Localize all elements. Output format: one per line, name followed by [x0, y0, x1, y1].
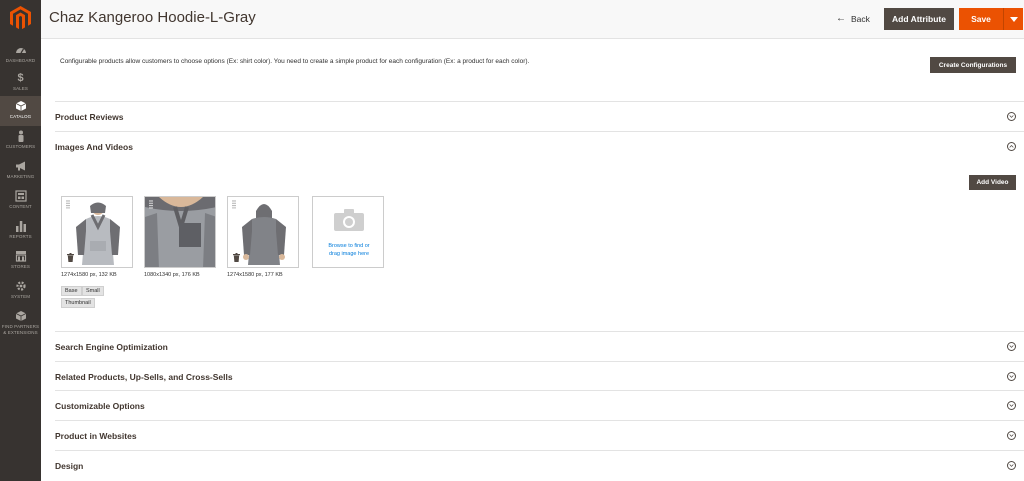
section-related-products[interactable]: Related Products, Up-Sells, and Cross-Se…	[55, 361, 1024, 391]
chevron-up-icon	[1007, 142, 1016, 151]
person-icon	[14, 130, 28, 142]
sidebar-item-sales[interactable]: $ SALES	[0, 68, 41, 98]
back-button-label: Back	[851, 13, 870, 24]
arrow-left-icon: ←	[836, 13, 846, 24]
cube-icon	[14, 100, 28, 112]
section-title: Images And Videos	[55, 142, 133, 152]
box-icon	[14, 310, 28, 322]
product-image-card[interactable]	[144, 196, 216, 268]
add-attribute-button[interactable]: Add Attribute	[884, 8, 954, 30]
section-product-reviews[interactable]: Product Reviews	[55, 101, 1024, 131]
section-title: Design	[55, 461, 84, 471]
upload-instructions[interactable]: Browse to find or drag image here	[313, 242, 385, 258]
sidebar-item-catalog[interactable]: CATALOG	[0, 96, 41, 126]
image-meta: 1274x1580 px, 177 KB	[227, 272, 283, 278]
hoodie-detail-image	[145, 197, 215, 267]
section-search-engine-optimization[interactable]: Search Engine Optimization	[55, 331, 1024, 361]
megaphone-icon	[14, 160, 28, 172]
admin-sidebar: DASHBOARD $ SALES CATALOG CUSTOMERS MARK…	[0, 0, 41, 481]
sidebar-item-marketing[interactable]: MARKETING	[0, 156, 41, 186]
drag-handle-icon[interactable]	[149, 200, 153, 209]
image-role-base: Base	[61, 286, 82, 296]
configurable-note: Configurable products allow customers to…	[60, 58, 530, 65]
magento-logo-icon[interactable]	[10, 6, 31, 30]
save-button[interactable]: Save	[959, 8, 1003, 30]
chevron-down-icon	[1007, 342, 1016, 351]
section-title: Product Reviews	[55, 112, 124, 122]
dashboard-icon	[14, 44, 28, 56]
image-role-small: Small	[82, 286, 104, 296]
bar-chart-icon	[14, 220, 28, 232]
sidebar-item-dashboard[interactable]: DASHBOARD	[0, 40, 41, 70]
image-upload-dropzone[interactable]: Browse to find or drag image here	[312, 196, 384, 268]
section-product-in-websites[interactable]: Product in Websites	[55, 420, 1024, 450]
trash-icon[interactable]	[67, 253, 74, 262]
sidebar-item-customers[interactable]: CUSTOMERS	[0, 126, 41, 156]
section-customizable-options[interactable]: Customizable Options	[55, 390, 1024, 420]
caret-down-icon	[1009, 16, 1018, 22]
image-role-thumbnail: Thumbnail	[61, 298, 95, 308]
create-configurations-button[interactable]: Create Configurations	[930, 57, 1016, 73]
save-options-toggle[interactable]	[1003, 8, 1023, 30]
back-button[interactable]: ← Back	[836, 13, 870, 24]
layout-icon	[14, 190, 28, 202]
sidebar-item-system[interactable]: SYSTEM	[0, 276, 41, 306]
chevron-down-icon	[1007, 112, 1016, 121]
image-meta: 1080x1340 px, 176 KB	[144, 272, 200, 278]
drag-handle-icon[interactable]	[232, 200, 236, 209]
page-header: Chaz Kangeroo Hoodie-L-Gray ← Back Add A…	[41, 0, 1024, 39]
sidebar-item-reports[interactable]: REPORTS	[0, 216, 41, 246]
save-split-button: Save	[959, 8, 1023, 30]
section-images-and-videos[interactable]: Images And Videos	[55, 131, 1024, 161]
section-title: Product in Websites	[55, 431, 137, 441]
product-image-card[interactable]	[227, 196, 299, 268]
store-icon	[14, 250, 28, 262]
image-meta: 1274x1580 px, 132 KB	[61, 272, 117, 278]
section-title: Related Products, Up-Sells, and Cross-Se…	[55, 372, 233, 382]
trash-icon[interactable]	[233, 253, 240, 262]
sidebar-item-content[interactable]: CONTENT	[0, 186, 41, 216]
dollar-icon: $	[17, 72, 24, 84]
add-video-button[interactable]: Add Video	[969, 175, 1016, 190]
section-title: Customizable Options	[55, 401, 145, 411]
section-title: Search Engine Optimization	[55, 342, 168, 352]
drag-handle-icon[interactable]	[66, 200, 70, 209]
product-image-card[interactable]	[61, 196, 133, 268]
camera-icon	[334, 209, 364, 231]
chevron-down-icon	[1007, 461, 1016, 470]
gear-icon	[14, 280, 28, 292]
page-title: Chaz Kangeroo Hoodie-L-Gray	[49, 9, 256, 26]
chevron-down-icon	[1007, 401, 1016, 410]
sidebar-item-partners[interactable]: FIND PARTNERS & EXTENSIONS	[0, 306, 41, 342]
section-design[interactable]: Design	[55, 450, 1024, 480]
chevron-down-icon	[1007, 372, 1016, 381]
sidebar-item-stores[interactable]: STORES	[0, 246, 41, 276]
chevron-down-icon	[1007, 431, 1016, 440]
